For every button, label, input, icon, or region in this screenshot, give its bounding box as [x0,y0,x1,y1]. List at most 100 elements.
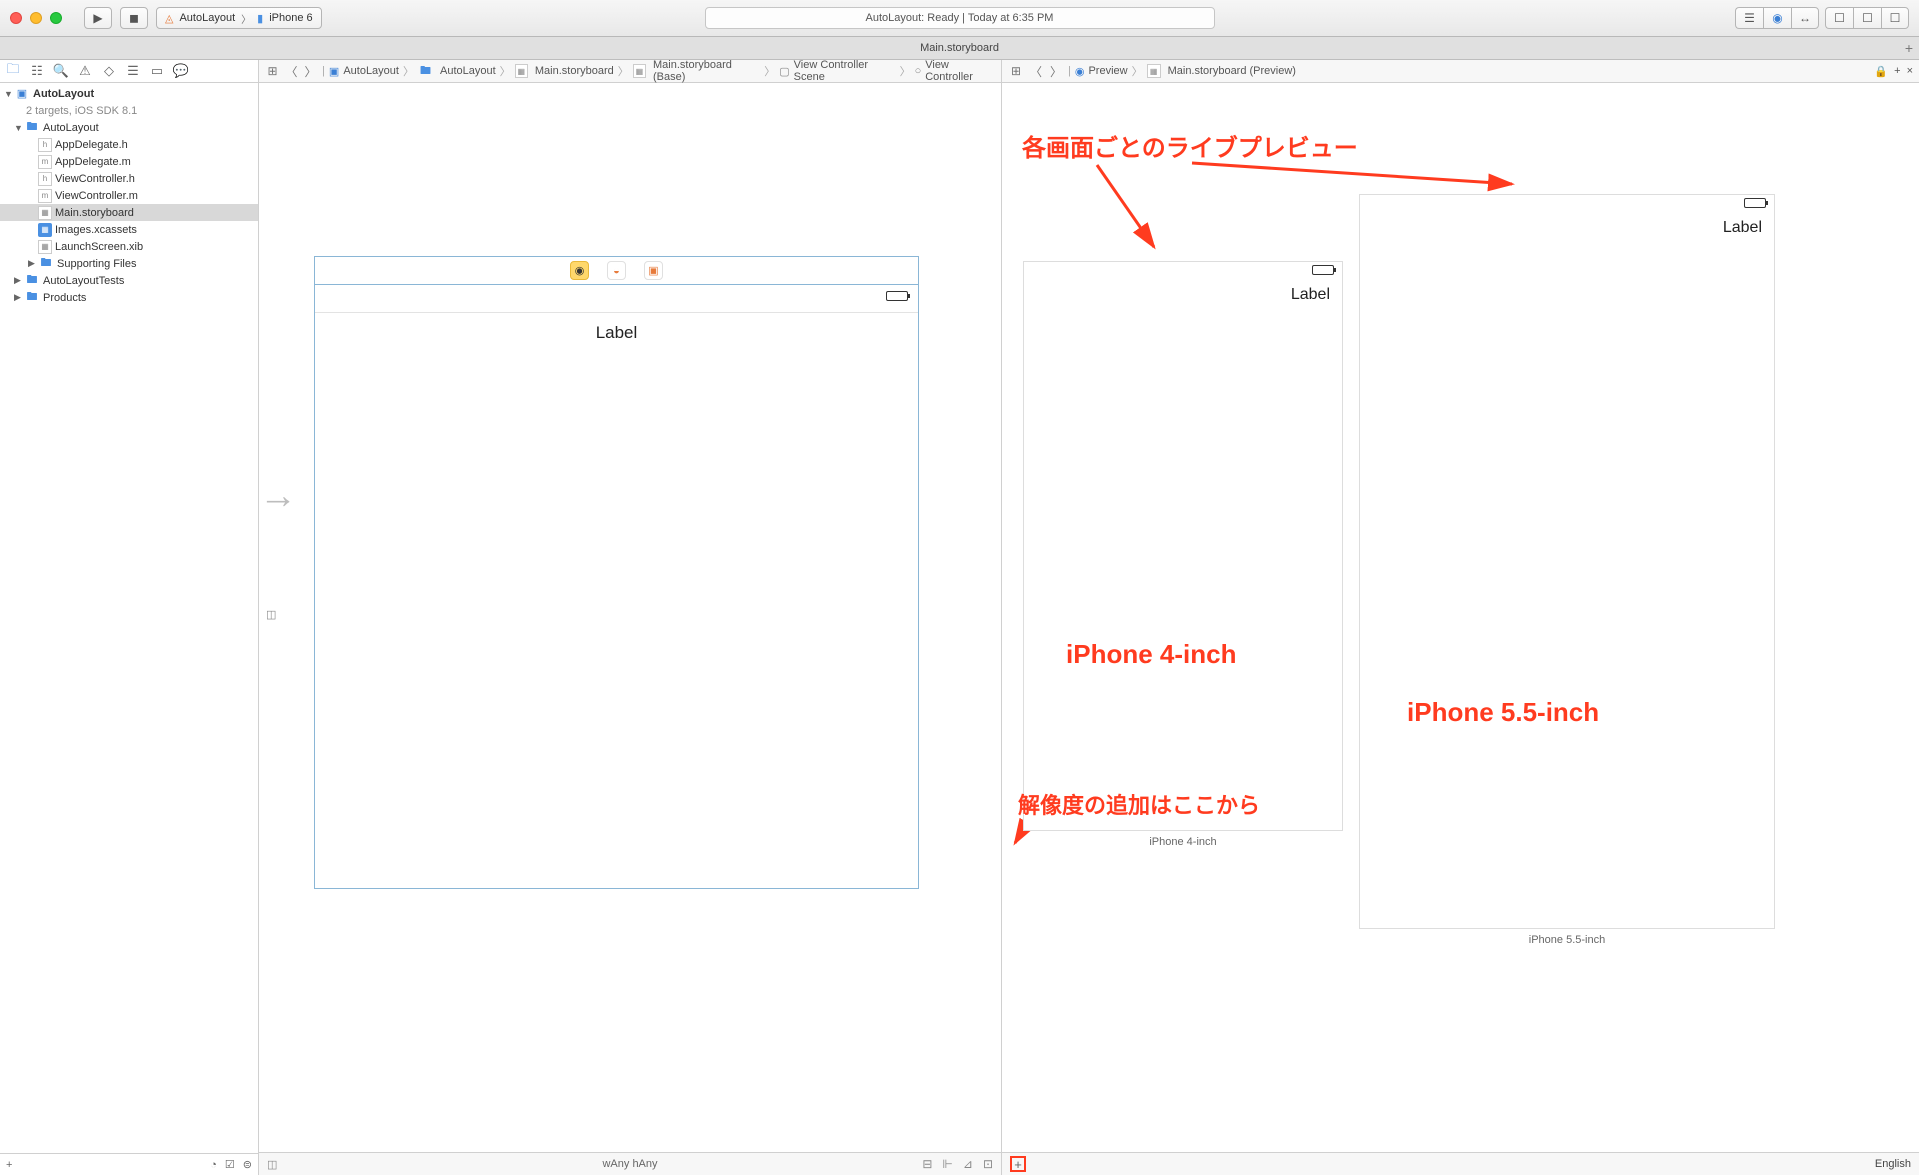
jump-path[interactable]: Preview [1088,65,1127,77]
scheme-selector[interactable]: ◬ AutoLayout 〉 ▮ iPhone 6 [156,7,322,29]
resizing-button[interactable]: ⊡ [983,1157,993,1171]
tab-title[interactable]: Main.storyboard [920,42,999,54]
preview-device-55inch[interactable]: Label iPhone 5.5-inch [1359,194,1775,929]
preview-caption: iPhone 5.5-inch [1360,934,1774,946]
ib-canvas[interactable]: → ◉ ◒ ▣ Label ◫ [259,83,1001,1152]
battery-icon [1744,198,1766,208]
breakpoint-navigator-icon[interactable]: ▭ [148,62,166,80]
file-row-selected[interactable]: ▦Main.storyboard [0,204,258,221]
activity-status-bar: AutoLayout: Ready | Today at 6:35 PM [705,7,1215,29]
view-controller-icon[interactable]: ◉ [570,261,589,280]
report-navigator-icon[interactable]: 💬 [172,62,190,80]
view-controller-scene[interactable]: ◉ ◒ ▣ Label [314,256,919,889]
jump-bar[interactable]: ⊞ 〈 〉 | ▣ AutoLayout 〉 🖿 AutoLayout 〉 ▦ … [259,60,1001,83]
toggle-debug-button[interactable]: ☐ [1853,7,1881,29]
preview-bottom-bar: + English [1002,1152,1919,1175]
filter-icon[interactable]: ⊜ [243,1158,252,1171]
jump-path[interactable]: Main.storyboard (Base) [653,59,760,83]
jump-path[interactable]: View Controller [925,59,995,83]
test-navigator-icon[interactable]: ◇ [100,62,118,80]
lock-icon[interactable]: 🔒 [1874,65,1888,78]
scheme-target: AutoLayout [179,12,235,24]
label-control[interactable]: Label [596,323,638,343]
assistant-editor-button[interactable]: ◉ [1763,7,1791,29]
scheme-device: iPhone 6 [269,12,312,24]
annotation-resolution: 解像度の追加はここから [1018,788,1260,820]
preview-canvas[interactable]: 各画面ごとのライブプレビュー Label iPhone 4-inch [1002,83,1919,1152]
forward-button[interactable]: 〉 [1048,63,1064,79]
group-supporting[interactable]: ▶🖿Supporting Files [0,255,258,272]
assistant-editor: ⊞ 〈 〉 | ◉ Preview 〉 ▦ Main.storyboard (P… [1002,60,1919,1175]
file-row[interactable]: hViewController.h [0,170,258,187]
add-preview-device-button[interactable]: + [1010,1156,1026,1172]
editor-area: ⊞ 〈 〉 | ▣ AutoLayout 〉 🖿 AutoLayout 〉 ▦ … [259,60,1919,1175]
project-subtitle: 2 targets, iOS SDK 8.1 [0,102,258,119]
annotation-iphone4: iPhone 4-inch [1066,639,1236,670]
project-root[interactable]: ▼ ▣ AutoLayout [0,85,258,102]
recent-filter-icon[interactable]: ◔ [210,1159,217,1171]
close-assistant-button[interactable]: × [1907,65,1913,78]
file-row[interactable]: ▦LaunchScreen.xib [0,238,258,255]
jump-path[interactable]: AutoLayout [440,65,496,77]
forward-button[interactable]: 〉 [303,63,318,79]
run-button[interactable]: ▶ [84,7,112,29]
size-class-label[interactable]: wAny hAny [602,1158,657,1170]
resolve-button[interactable]: ⊿ [963,1157,973,1171]
document-outline-toggle[interactable]: ◫ [266,608,276,628]
project-tree: ▼ ▣ AutoLayout 2 targets, iOS SDK 8.1 ▼🖿… [0,83,258,1153]
preview-label: Label [1360,213,1774,237]
group-autolayout[interactable]: ▼🖿 AutoLayout [0,119,258,136]
file-row[interactable]: mViewController.m [0,187,258,204]
add-tab-button[interactable]: + [1905,40,1913,56]
preview-language[interactable]: English [1875,1158,1911,1170]
annotation-iphone55: iPhone 5.5-inch [1407,697,1599,728]
toggle-utilities-button[interactable]: ☐ [1881,7,1909,29]
jump-path[interactable]: Main.storyboard (Preview) [1168,65,1296,77]
symbol-navigator-icon[interactable]: ☷ [28,62,46,80]
entry-point-arrow: → [259,475,297,518]
jump-path[interactable]: View Controller Scene [794,59,896,83]
toggle-navigator-button[interactable]: ☐ [1825,7,1853,29]
related-items-icon[interactable]: ⊞ [1008,63,1024,79]
battery-icon [886,291,908,301]
navigator-selector: 🗀 ☷ 🔍 ⚠ ◇ ☰ ▭ 💬 [0,60,258,83]
jump-path[interactable]: Main.storyboard [535,65,614,77]
preview-device-4inch[interactable]: Label iPhone 4-inch [1023,261,1343,831]
add-assistant-button[interactable]: + [1894,65,1900,78]
project-navigator-icon[interactable]: 🗀 [4,62,22,80]
first-responder-icon[interactable]: ◒ [607,261,626,280]
file-row[interactable]: mAppDelegate.m [0,153,258,170]
preview-label: Label [1024,280,1342,304]
standard-editor-button[interactable]: ☰ [1735,7,1763,29]
group-products[interactable]: ▶🖿Products [0,289,258,306]
tab-bar: Main.storyboard + [0,37,1919,60]
related-items-icon[interactable]: ⊞ [265,63,280,79]
jump-path[interactable]: AutoLayout [343,65,399,77]
add-button[interactable]: + [6,1159,12,1171]
version-editor-button[interactable]: ↔ [1791,7,1819,29]
outline-toggle-icon[interactable]: ◫ [267,1158,277,1171]
exit-icon[interactable]: ▣ [644,261,663,280]
back-button[interactable]: 〈 [1028,63,1044,79]
file-row[interactable]: hAppDelegate.h [0,136,258,153]
scm-filter-icon[interactable]: ☑ [225,1158,235,1171]
close-button[interactable] [10,12,22,24]
assistant-jump-bar[interactable]: ⊞ 〈 〉 | ◉ Preview 〉 ▦ Main.storyboard (P… [1002,60,1919,83]
group-tests[interactable]: ▶🖿AutoLayoutTests [0,272,258,289]
annotation-live-preview: 各画面ごとのライブプレビュー [1022,128,1358,163]
navigator-panel: 🗀 ☷ 🔍 ⚠ ◇ ☰ ▭ 💬 ▼ ▣ AutoLayout 2 targets… [0,60,259,1175]
size-class-bar: ◫ wAny hAny ⊟ ⊩ ⊿ ⊡ [259,1152,1001,1175]
issue-navigator-icon[interactable]: ⚠ [76,62,94,80]
find-navigator-icon[interactable]: 🔍 [52,62,70,80]
stop-button[interactable]: ◼ [120,7,148,29]
align-button[interactable]: ⊟ [922,1157,932,1171]
debug-navigator-icon[interactable]: ☰ [124,62,142,80]
main-split: 🗀 ☷ 🔍 ⚠ ◇ ☰ ▭ 💬 ▼ ▣ AutoLayout 2 targets… [0,60,1919,1175]
back-button[interactable]: 〈 [284,63,299,79]
primary-editor: ⊞ 〈 〉 | ▣ AutoLayout 〉 🖿 AutoLayout 〉 ▦ … [259,60,1002,1175]
maximize-button[interactable] [50,12,62,24]
minimize-button[interactable] [30,12,42,24]
pin-button[interactable]: ⊩ [942,1157,952,1171]
status-text: AutoLayout: Ready | Today at 6:35 PM [866,12,1054,24]
file-row[interactable]: ▦Images.xcassets [0,221,258,238]
